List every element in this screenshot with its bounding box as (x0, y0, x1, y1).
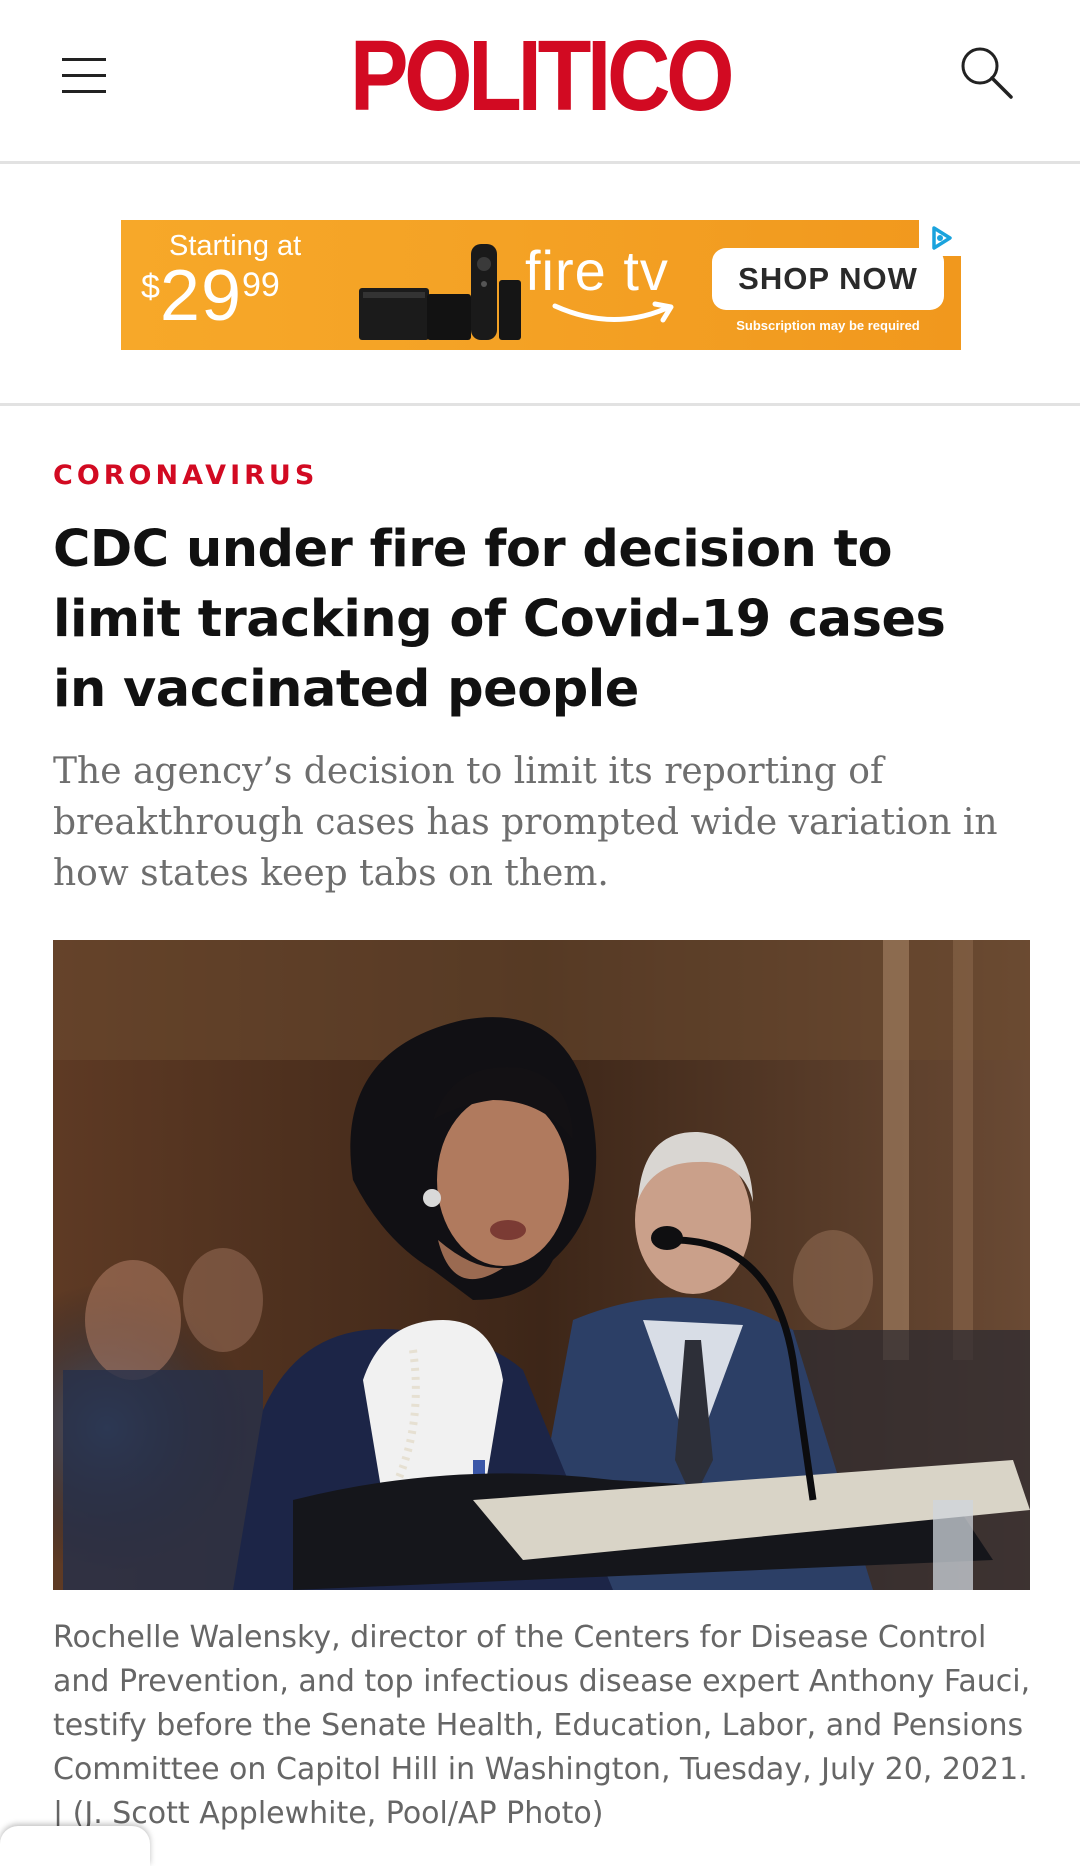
ad-price: $2999 (141, 260, 280, 332)
ad-zone: Starting at $2999 fire tv SHOP NOW Subsc… (0, 164, 1080, 406)
advertisement-banner[interactable]: Starting at $2999 fire tv SHOP NOW Subsc… (121, 220, 961, 350)
ad-price-currency: $ (141, 268, 160, 306)
article-lead-photo (53, 940, 1030, 1590)
ad-price-cents: 99 (242, 266, 280, 304)
site-header: POLITICO (0, 0, 1080, 164)
amazon-smile-icon (552, 301, 674, 323)
ad-price-dollars: 29 (159, 256, 243, 336)
bottom-drawer-handle[interactable] (0, 1826, 150, 1866)
site-logo[interactable]: POLITICO (65, 22, 1015, 130)
article-dek: The agency’s decision to limit its repor… (53, 751, 998, 894)
search-icon[interactable] (956, 42, 1016, 102)
shop-now-button[interactable]: SHOP NOW (712, 248, 944, 310)
ad-brand-text: fire tv (525, 239, 669, 302)
article-headline: CDC under fire for decision to limit tra… (53, 520, 946, 719)
adchoices-icon[interactable] (919, 220, 961, 256)
photo-caption: Rochelle Walensky, director of the Cente… (53, 1620, 1031, 1831)
article-section-kicker[interactable]: CORONAVIRUS (53, 460, 318, 491)
ad-fine-print: Subscription may be required (736, 318, 920, 333)
